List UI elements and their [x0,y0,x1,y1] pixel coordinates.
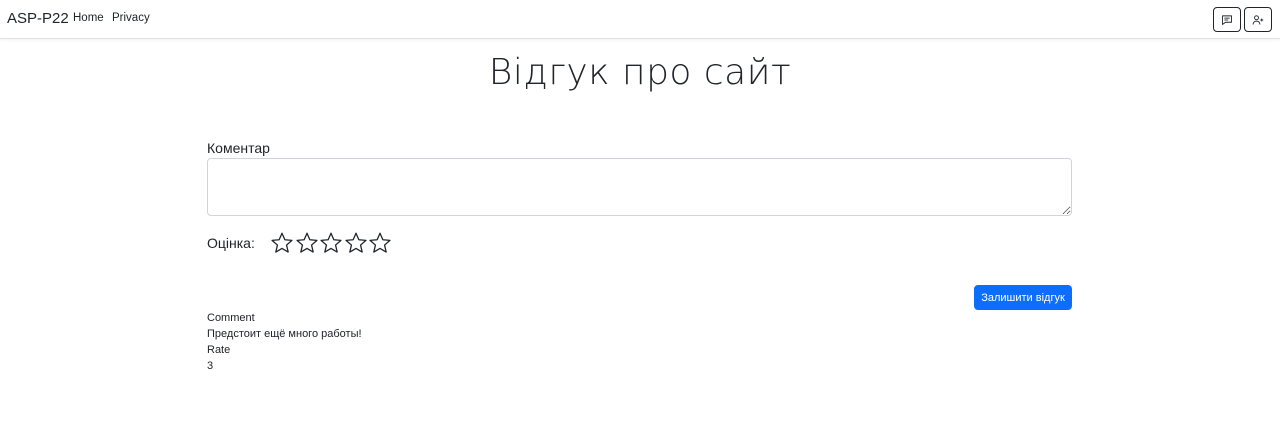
chat-button[interactable] [1213,7,1241,32]
chat-icon [1221,14,1233,26]
rating-label: Оцінка: [207,235,255,251]
comment-label: Коментар [207,140,270,156]
user-add-button[interactable] [1244,7,1272,32]
star-icon[interactable] [368,231,393,255]
nav-home-link[interactable]: Home [73,12,104,24]
result-comment-value: Предстоит ещё много работы! [207,328,362,340]
star-icon[interactable] [270,231,295,255]
person-add-icon [1252,14,1264,26]
top-navbar: ASP-P22 Home Privacy [0,0,1280,39]
star-icon[interactable] [295,231,320,255]
result-comment-heading: Comment [207,312,255,324]
comment-textarea[interactable] [207,158,1072,216]
nav-privacy-link[interactable]: Privacy [112,12,150,24]
brand-link[interactable]: ASP-P22 [7,10,69,27]
submit-feedback-button[interactable]: Залишити відгук [974,285,1072,310]
result-rate-value: 3 [207,360,214,372]
star-rating [270,231,393,255]
page-title: Відгук про сайт [488,52,792,93]
star-icon[interactable] [344,231,369,255]
star-icon[interactable] [319,231,344,255]
result-rate-heading: Rate [207,344,231,356]
